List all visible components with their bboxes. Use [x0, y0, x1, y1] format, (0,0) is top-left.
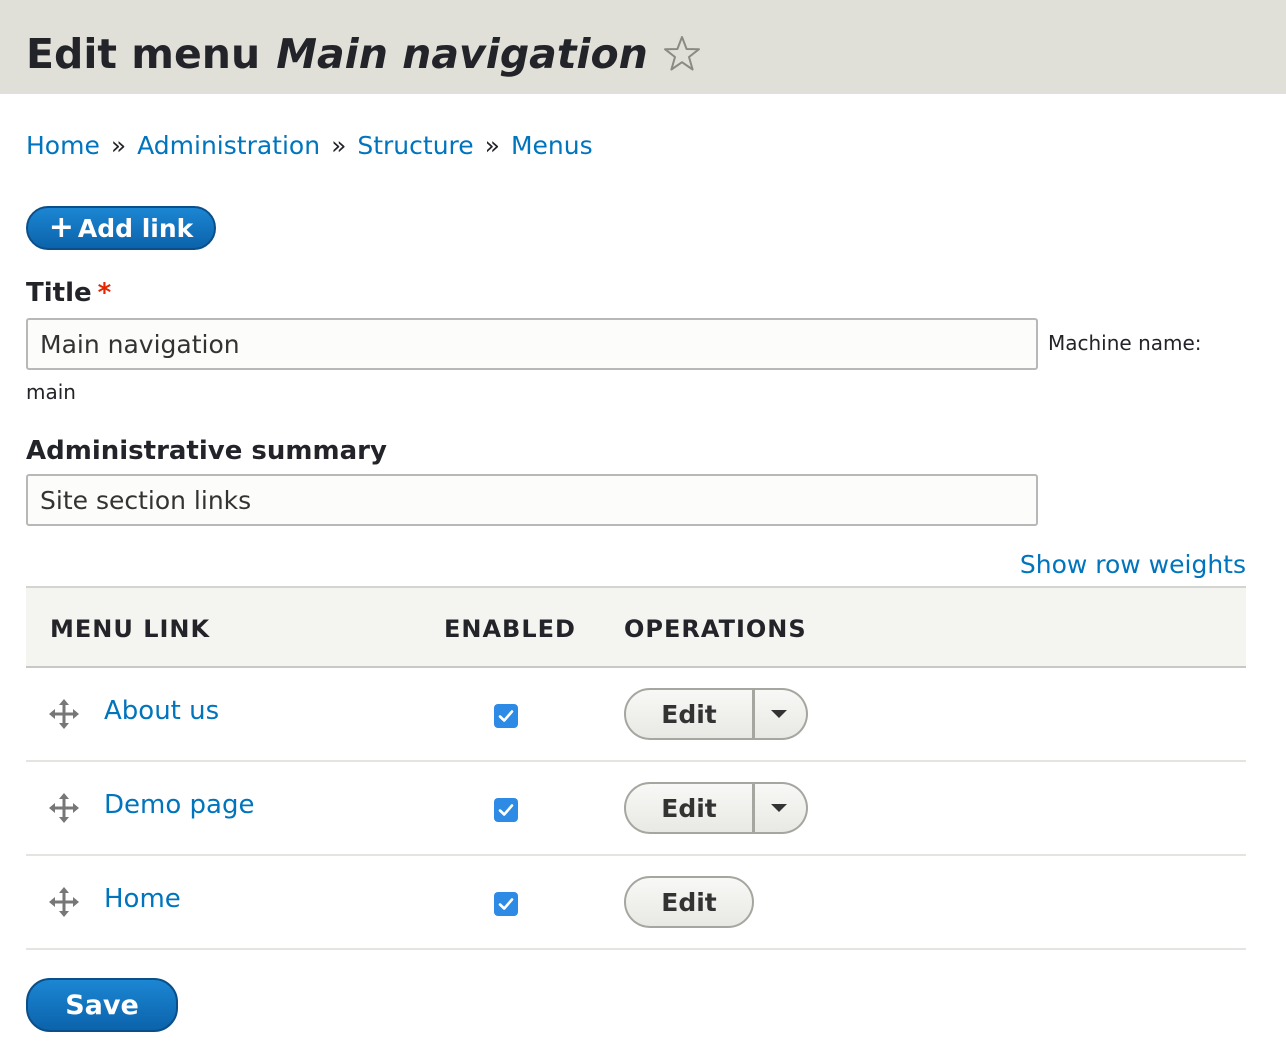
breadcrumb-menus[interactable]: Menus	[511, 131, 593, 160]
edit-button[interactable]: Edit	[624, 688, 754, 740]
menu-link-about-us[interactable]: About us	[104, 696, 219, 726]
enabled-checkbox[interactable]	[494, 704, 518, 728]
add-link-label: Add link	[77, 213, 194, 243]
breadcrumb-separator: »	[110, 131, 127, 160]
move-arrows-icon[interactable]	[48, 792, 80, 824]
page-title-prefix: Edit menu	[26, 30, 261, 78]
column-header-menu-link: MENU LINK	[50, 615, 211, 643]
operations-dropbutton: Edit	[624, 876, 754, 928]
show-row-weights-link[interactable]: Show row weights	[1020, 550, 1246, 579]
menu-link-demo-page[interactable]: Demo page	[104, 790, 254, 820]
breadcrumb-separator: »	[331, 131, 347, 160]
dropbutton-toggle[interactable]	[754, 782, 808, 834]
operations-dropbutton: Edit	[624, 688, 808, 740]
save-button[interactable]: Save	[26, 978, 178, 1032]
checkmark-icon	[498, 898, 514, 910]
menu-link-home[interactable]: Home	[104, 884, 181, 914]
operations-dropbutton: Edit	[624, 782, 808, 834]
dropbutton-toggle[interactable]	[754, 688, 808, 740]
breadcrumb-separator: »	[484, 131, 500, 160]
enabled-checkbox[interactable]	[494, 798, 518, 822]
chevron-down-icon	[770, 804, 787, 812]
page-header: Edit menu Main navigation	[0, 0, 1286, 94]
summary-input[interactable]	[26, 474, 1038, 526]
checkmark-icon	[498, 710, 514, 722]
column-header-operations: OPERATIONS	[624, 615, 807, 643]
edit-button[interactable]: Edit	[624, 876, 754, 928]
checkmark-icon	[498, 804, 514, 816]
page-title: Edit menu Main navigation	[26, 28, 702, 80]
title-label: Title *	[26, 278, 111, 308]
breadcrumb-home[interactable]: Home	[26, 131, 100, 160]
enabled-checkbox[interactable]	[494, 892, 518, 916]
breadcrumb-structure[interactable]: Structure	[357, 131, 473, 160]
edit-button[interactable]: Edit	[624, 782, 754, 834]
table-header: MENU LINK ENABLED OPERATIONS	[26, 586, 1246, 668]
menu-links-table: MENU LINK ENABLED OPERATIONS About us Ed…	[26, 586, 1246, 950]
table-row: Home Edit	[26, 856, 1246, 950]
machine-name-label: Machine name:	[1048, 331, 1202, 355]
machine-name-value: main	[26, 380, 76, 404]
title-input[interactable]	[26, 318, 1038, 370]
move-arrows-icon[interactable]	[48, 698, 80, 730]
breadcrumb: Home » Administration » Structure » Menus	[26, 128, 593, 164]
breadcrumb-administration[interactable]: Administration	[137, 131, 320, 160]
required-mark: *	[97, 278, 112, 308]
table-row: About us Edit	[26, 668, 1246, 762]
table-row: Demo page Edit	[26, 762, 1246, 856]
column-header-enabled: ENABLED	[444, 615, 576, 643]
chevron-down-icon	[770, 710, 787, 718]
plus-icon: +	[48, 210, 74, 245]
page-title-menu-name: Main navigation	[276, 30, 648, 78]
move-arrows-icon[interactable]	[48, 886, 80, 918]
title-label-text: Title	[26, 278, 92, 308]
star-icon[interactable]	[662, 34, 702, 74]
summary-label: Administrative summary	[26, 436, 387, 466]
add-link-button[interactable]: + Add link	[26, 206, 216, 250]
